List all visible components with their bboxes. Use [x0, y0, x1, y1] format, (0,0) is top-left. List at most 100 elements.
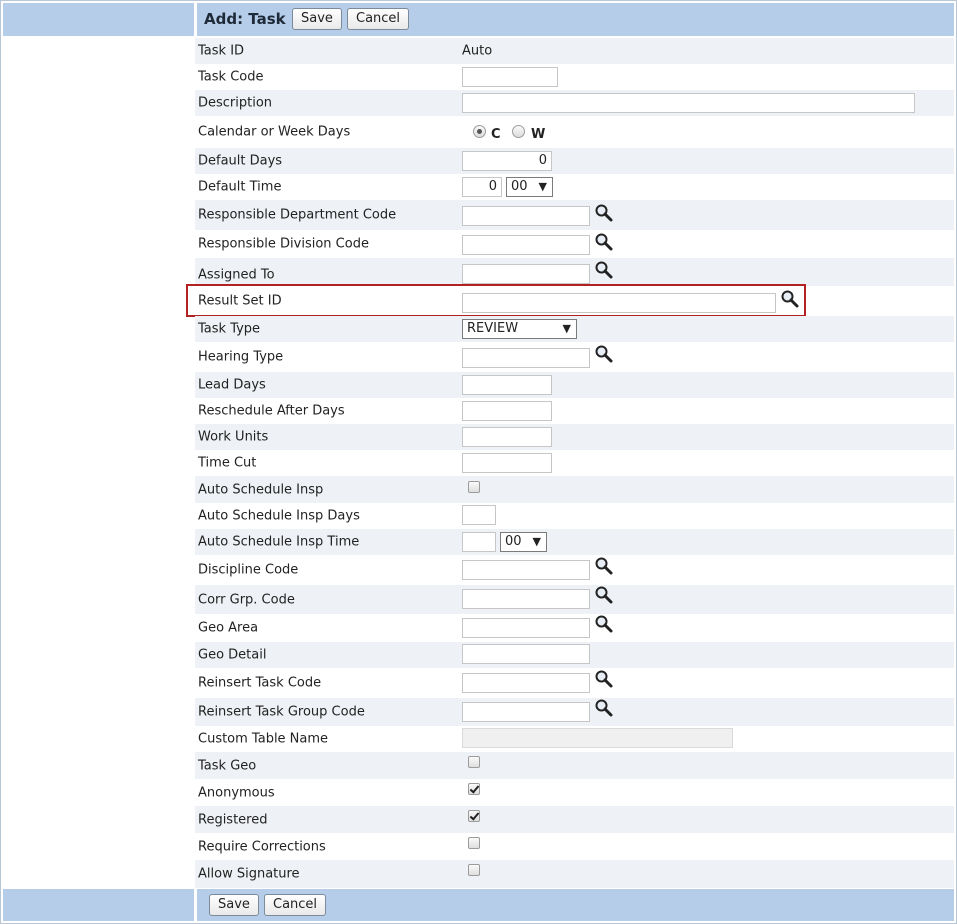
row-discipline: Discipline Code	[195, 555, 954, 585]
row-anonymous: Anonymous	[195, 779, 954, 806]
registered-label: Registered	[198, 812, 268, 827]
task-code-label: Task Code	[198, 69, 264, 85]
corr-grp-label: Corr Grp. Code	[198, 592, 295, 607]
magnifier-icon[interactable]	[594, 585, 614, 605]
magnifier-icon[interactable]	[594, 232, 614, 252]
row-work-units: Work Units	[195, 424, 954, 450]
save-button[interactable]: Save	[292, 8, 342, 30]
geo-area-input[interactable]	[462, 618, 590, 638]
geo-area-label: Geo Area	[198, 620, 259, 636]
auto-sched-time-label: Auto Schedule Insp Time	[198, 534, 360, 550]
corr-grp-input[interactable]	[462, 589, 590, 609]
geo-detail-input[interactable]	[462, 644, 590, 664]
require-corr-checkbox[interactable]	[468, 837, 480, 849]
reinsert-group-input[interactable]	[462, 702, 590, 722]
anonymous-label: Anonymous	[198, 785, 275, 800]
default-time-minutes-select[interactable]: 00 ▼	[506, 177, 553, 197]
row-geo-detail: Geo Detail	[195, 642, 954, 668]
registered-checkbox[interactable]	[468, 810, 480, 822]
row-auto-sched-days: Auto Schedule Insp Days	[195, 503, 954, 529]
calendar-radio-c-label: C	[491, 127, 501, 142]
magnifier-icon[interactable]	[594, 698, 614, 718]
default-days-label: Default Days	[198, 153, 283, 169]
row-task-type: Task Type REVIEW ▼	[195, 316, 954, 342]
allow-sig-checkbox[interactable]	[468, 864, 480, 876]
row-task-code: Task Code	[195, 64, 954, 90]
row-corr-grp: Corr Grp. Code	[195, 585, 954, 614]
row-resp-div: Responsible Division Code	[195, 230, 954, 258]
discipline-input[interactable]	[462, 560, 590, 580]
allow-sig-label: Allow Signature	[198, 866, 300, 882]
task-type-value: REVIEW	[467, 321, 519, 336]
description-input[interactable]	[462, 93, 915, 113]
magnifier-icon[interactable]	[594, 260, 614, 280]
task-type-label: Task Type	[198, 321, 261, 337]
row-assigned-to: Assigned To	[195, 258, 954, 286]
assigned-to-label: Assigned To	[198, 267, 275, 283]
triangle-down-icon: ▼	[538, 180, 547, 193]
resp-dept-input[interactable]	[462, 206, 590, 226]
magnifier-icon[interactable]	[594, 203, 614, 223]
row-geo-area: Geo Area	[195, 614, 954, 642]
task-type-select[interactable]: REVIEW ▼	[462, 319, 577, 339]
calendar-radio-c[interactable]	[473, 125, 486, 138]
task-geo-checkbox[interactable]	[468, 756, 480, 768]
auto-sched-checkbox[interactable]	[468, 481, 480, 493]
task-id-value: Auto	[462, 43, 493, 59]
calendar-label: Calendar or Week Days	[198, 124, 351, 140]
reschedule-input[interactable]	[462, 401, 552, 421]
time-cut-input[interactable]	[462, 453, 552, 473]
default-time-hours-input[interactable]: 0	[462, 177, 502, 197]
row-reschedule: Reschedule After Days	[195, 398, 954, 424]
row-auto-sched-time: Auto Schedule Insp Time 00 ▼	[195, 529, 954, 555]
row-default-time: Default Time 0 00 ▼	[195, 174, 954, 200]
calendar-radio-w-label: W	[531, 127, 546, 142]
reinsert-group-label: Reinsert Task Group Code	[198, 704, 365, 720]
magnifier-icon[interactable]	[594, 669, 614, 689]
auto-sched-time-hours-input[interactable]	[462, 532, 496, 552]
default-time-minutes-value: 00	[511, 179, 528, 194]
magnifier-icon[interactable]	[594, 556, 614, 576]
lead-days-input[interactable]	[462, 375, 552, 395]
require-corr-label: Require Corrections	[198, 839, 326, 854]
header-divider	[194, 3, 197, 36]
discipline-label: Discipline Code	[198, 562, 299, 578]
hearing-type-input[interactable]	[462, 348, 590, 368]
footer-save-button[interactable]: Save	[209, 894, 259, 916]
row-default-days: Default Days 0	[195, 148, 954, 174]
row-allow-sig: Allow Signature	[195, 860, 954, 888]
footer-cancel-button[interactable]: Cancel	[264, 894, 327, 916]
calendar-radio-w[interactable]	[512, 125, 525, 138]
auto-sched-time-minutes-value: 00	[505, 534, 522, 549]
work-units-label: Work Units	[198, 429, 269, 445]
auto-sched-days-input[interactable]	[462, 505, 496, 525]
footer-divider	[194, 889, 197, 921]
geo-detail-label: Geo Detail	[198, 647, 267, 663]
row-custom-table: Custom Table Name	[195, 726, 954, 752]
row-auto-sched: Auto Schedule Insp	[195, 476, 954, 503]
magnifier-icon[interactable]	[594, 344, 614, 364]
row-task-id: Task ID Auto	[195, 38, 954, 64]
result-set-highlight	[186, 284, 806, 317]
row-calendar: Calendar or Week Days C W	[195, 116, 954, 148]
magnifier-icon[interactable]	[594, 614, 614, 634]
assigned-to-input[interactable]	[462, 264, 590, 284]
resp-div-input[interactable]	[462, 235, 590, 255]
row-resp-dept: Responsible Department Code	[195, 200, 954, 230]
lead-days-label: Lead Days	[198, 377, 266, 393]
auto-sched-time-minutes-select[interactable]: 00 ▼	[500, 532, 547, 552]
task-geo-label: Task Geo	[198, 758, 257, 773]
hearing-type-label: Hearing Type	[198, 349, 284, 365]
row-reinsert-task: Reinsert Task Code	[195, 668, 954, 698]
cancel-button[interactable]: Cancel	[347, 8, 410, 30]
task-code-input[interactable]	[462, 67, 558, 87]
row-reinsert-group: Reinsert Task Group Code	[195, 698, 954, 726]
reinsert-task-input[interactable]	[462, 673, 590, 693]
default-days-input[interactable]: 0	[462, 151, 552, 171]
row-registered: Registered	[195, 806, 954, 833]
anonymous-checkbox[interactable]	[468, 783, 480, 795]
row-hearing-type: Hearing Type	[195, 342, 954, 372]
default-time-label: Default Time	[198, 179, 282, 195]
header-bar	[3, 3, 954, 36]
work-units-input[interactable]	[462, 427, 552, 447]
